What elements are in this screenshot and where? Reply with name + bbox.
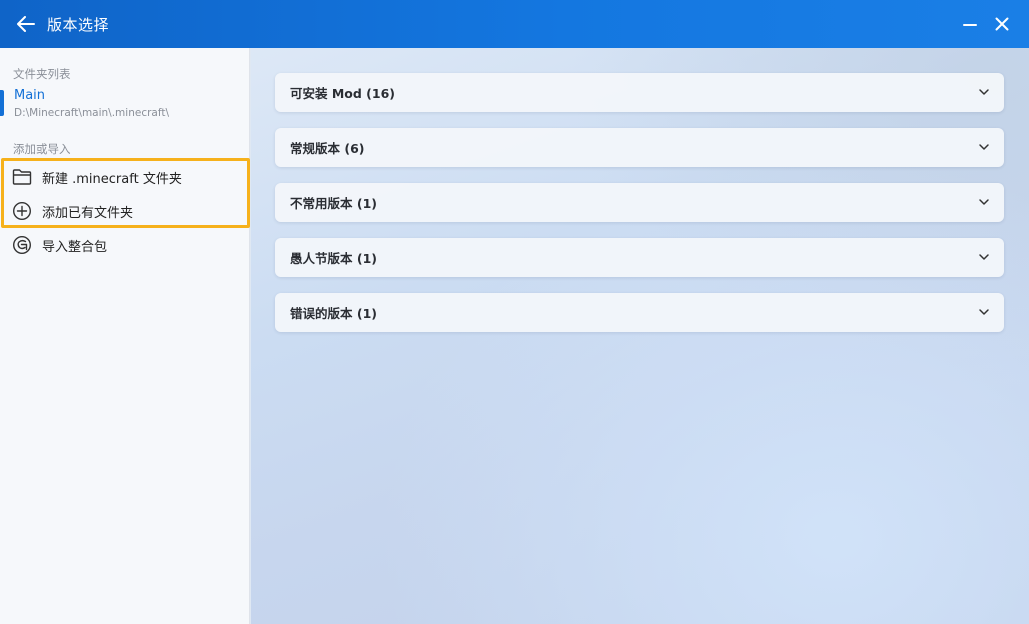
sidebar: 文件夹列表 Main D:\Minecraft\main\.minecraft\… bbox=[0, 48, 250, 624]
action-label: 新建 .minecraft 文件夹 bbox=[42, 171, 182, 187]
add-section-label: 添加或导入 bbox=[13, 142, 71, 156]
group-label: 不常用版本 (1) bbox=[290, 196, 377, 211]
group-april-fools-versions[interactable]: 愚人节版本 (1) bbox=[275, 238, 1004, 277]
selected-indicator bbox=[0, 90, 4, 116]
action-label: 导入整合包 bbox=[42, 239, 108, 255]
close-icon bbox=[995, 17, 1009, 31]
plus-circle-icon bbox=[12, 201, 32, 221]
import-modpack-button[interactable]: 导入整合包 bbox=[0, 228, 249, 262]
add-existing-folder-button[interactable]: 添加已有文件夹 bbox=[0, 194, 249, 228]
chevron-down-icon bbox=[979, 254, 989, 260]
group-uncommon-versions[interactable]: 不常用版本 (1) bbox=[275, 183, 1004, 222]
window-title: 版本选择 bbox=[47, 15, 110, 34]
new-minecraft-folder-button[interactable]: 新建 .minecraft 文件夹 bbox=[0, 160, 249, 194]
import-pack-icon bbox=[12, 235, 32, 255]
group-label: 错误的版本 (1) bbox=[290, 306, 377, 321]
arrow-left-icon bbox=[17, 16, 35, 32]
title-bar: 版本选择 bbox=[0, 0, 1029, 48]
version-list-panel: 可安装 Mod (16) 常规版本 (6) 不常用版本 (1) 愚人节版本 (1… bbox=[251, 48, 1029, 624]
folders-section-label: 文件夹列表 bbox=[13, 67, 71, 81]
chevron-down-icon bbox=[979, 309, 989, 315]
chevron-down-icon bbox=[979, 144, 989, 150]
minimize-button[interactable] bbox=[959, 13, 981, 35]
group-installable-mod[interactable]: 可安装 Mod (16) bbox=[275, 73, 1004, 112]
chevron-down-icon bbox=[979, 89, 989, 95]
folder-name: Main bbox=[14, 88, 46, 103]
group-label: 可安装 Mod (16) bbox=[290, 86, 395, 101]
chevron-down-icon bbox=[979, 199, 989, 205]
action-label: 添加已有文件夹 bbox=[42, 205, 134, 221]
minimize-icon bbox=[963, 24, 977, 26]
close-button[interactable] bbox=[991, 13, 1013, 35]
group-error-versions[interactable]: 错误的版本 (1) bbox=[275, 293, 1004, 332]
folder-path: D:\Minecraft\main\.minecraft\ bbox=[14, 107, 170, 119]
group-label: 常规版本 (6) bbox=[290, 141, 365, 156]
group-label: 愚人节版本 (1) bbox=[290, 251, 377, 266]
back-button[interactable] bbox=[15, 13, 37, 35]
folder-item-main[interactable]: Main D:\Minecraft\main\.minecraft\ bbox=[0, 88, 249, 122]
folder-icon bbox=[12, 167, 32, 187]
group-regular-versions[interactable]: 常规版本 (6) bbox=[275, 128, 1004, 167]
